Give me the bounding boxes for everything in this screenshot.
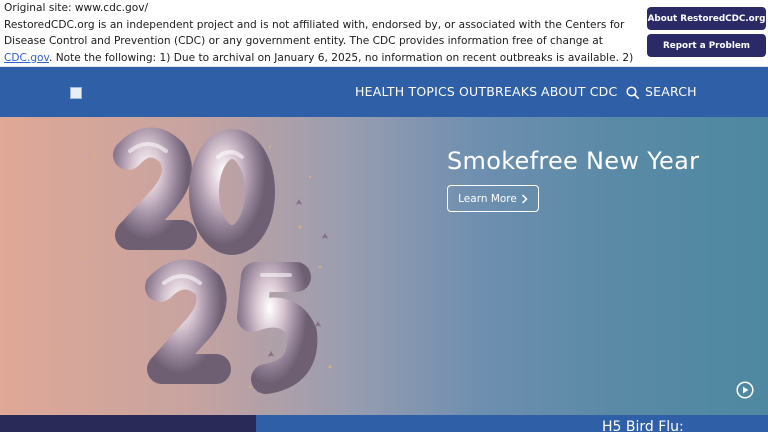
chevron-right-icon <box>521 193 528 204</box>
play-icon[interactable] <box>736 381 754 399</box>
nav-health-topics[interactable]: HEALTH TOPICS <box>355 67 455 117</box>
nav-about-cdc[interactable]: ABOUT CDC <box>541 67 617 117</box>
search-icon[interactable] <box>626 86 639 99</box>
learn-more-label: Learn More <box>458 192 517 205</box>
main-navbar: HEALTH TOPICS OUTBREAKS ABOUT CDC SEARCH <box>0 67 768 117</box>
hero-carousel: Smokefree New Year Learn More <box>0 117 768 415</box>
learn-more-button[interactable]: Learn More <box>447 185 539 212</box>
hero-title: Smokefree New Year <box>447 147 700 175</box>
disclaimer-banner: Original site: www.cdc.gov/ RestoredCDC.… <box>0 0 768 80</box>
cdc-gov-link[interactable]: CDC.gov <box>4 52 49 64</box>
about-restoredcdc-button[interactable]: About RestoredCDC.org <box>647 7 766 30</box>
disclaimer-text-part1: RestoredCDC.org is an independent projec… <box>4 18 625 48</box>
original-site-line: Original site: www.cdc.gov/ <box>4 2 149 14</box>
cdc-logo[interactable] <box>70 87 82 99</box>
nav-outbreaks[interactable]: OUTBREAKS <box>459 67 537 117</box>
h5-bird-flu-title[interactable]: H5 Bird Flu: <box>602 419 684 432</box>
balloons-2025-image <box>58 127 332 394</box>
report-problem-button[interactable]: Report a Problem <box>647 34 766 57</box>
nav-search[interactable]: SEARCH <box>645 67 697 117</box>
strip-left-panel <box>0 415 256 432</box>
secondary-feature-strip: H5 Bird Flu: <box>0 415 768 432</box>
